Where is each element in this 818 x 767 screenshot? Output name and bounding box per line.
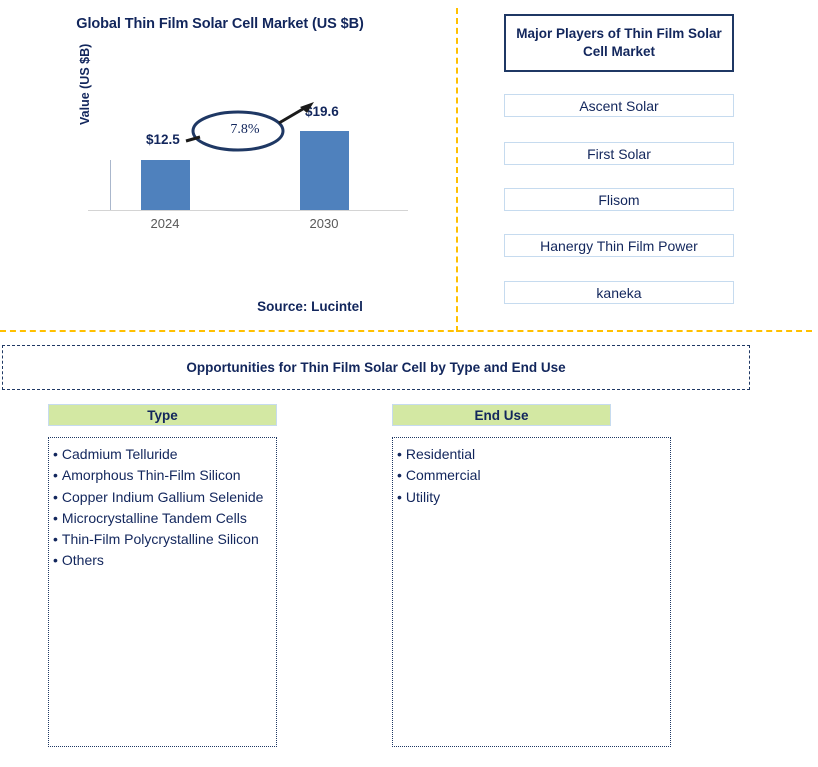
- bullet-icon: •: [53, 446, 58, 462]
- bullet-icon: •: [397, 488, 402, 505]
- y-axis-line: [110, 160, 111, 210]
- major-players-panel: Major Players of Thin Film Solar Cell Ma…: [470, 0, 818, 330]
- column-list-end-use: • Residential • Commercial • Utility: [392, 437, 671, 747]
- category-label-2030: 2030: [309, 216, 339, 231]
- bullet-icon: •: [53, 509, 58, 526]
- opportunities-banner: Opportunities for Thin Film Solar Cell b…: [2, 345, 750, 390]
- list-item-label: Thin-Film Polycrystalline Silicon: [61, 531, 259, 548]
- bar-2024: [141, 160, 190, 210]
- cagr-value-label: 7.8%: [230, 122, 260, 137]
- player-item-4[interactable]: kaneka: [504, 281, 734, 304]
- list-item-label: Others: [61, 552, 104, 569]
- bullet-icon: •: [53, 552, 58, 569]
- list-item: • Cadmium Telluride: [53, 444, 272, 464]
- list-item: • Amorphous Thin-Film Silicon: [53, 465, 272, 485]
- list-item-label: Cadmium Telluride: [61, 446, 178, 462]
- list-item: • Utility: [397, 487, 666, 507]
- bar-value-label-2024: $12.5: [146, 132, 180, 147]
- bullet-icon: •: [53, 531, 58, 548]
- category-label-2024: 2024: [150, 216, 180, 231]
- market-chart-panel: Global Thin Film Solar Cell Market (US $…: [0, 0, 456, 330]
- column-header-end-use: End Use: [392, 404, 611, 426]
- list-item-label: Copper Indium Gallium Selenide: [61, 488, 264, 505]
- list-item-label: Commercial: [405, 467, 481, 484]
- list-item: • Commercial: [397, 465, 666, 485]
- y-axis-label: Value (US $B): [78, 43, 92, 125]
- list-item-label: Microcrystalline Tandem Cells: [61, 509, 247, 526]
- list-item: • Copper Indium Gallium Selenide: [53, 487, 272, 507]
- column-list-type: • Cadmium Telluride • Amorphous Thin-Film …: [48, 437, 277, 747]
- list-item: • Thin-Film Polycrystalline Silicon: [53, 529, 272, 549]
- chart-title: Global Thin Film Solar Cell Market (US $…: [76, 16, 364, 32]
- player-item-3[interactable]: Hanergy Thin Film Power: [504, 234, 734, 257]
- major-players-header: Major Players of Thin Film Solar Cell Ma…: [504, 14, 734, 72]
- bullet-icon: •: [397, 467, 402, 484]
- bullet-icon: •: [397, 446, 402, 462]
- source-label: Source: Lucintel: [257, 299, 363, 314]
- vertical-divider: [456, 8, 458, 332]
- player-item-1[interactable]: First Solar: [504, 142, 734, 165]
- list-item-label: Utility: [405, 488, 441, 505]
- list-item: • Others: [53, 550, 272, 570]
- column-header-type: Type: [48, 404, 277, 426]
- bullet-icon: •: [53, 467, 58, 484]
- bullet-icon: •: [53, 488, 58, 505]
- list-item: • Microcrystalline Tandem Cells: [53, 508, 272, 528]
- list-item-label: Residential: [405, 446, 476, 462]
- x-axis-line: [88, 210, 408, 211]
- horizontal-divider: [0, 330, 812, 332]
- player-item-0[interactable]: Ascent Solar: [504, 94, 734, 117]
- list-item-label: Amorphous Thin-Film Silicon: [61, 467, 241, 484]
- player-item-2[interactable]: Flisom: [504, 188, 734, 211]
- list-item: • Residential: [397, 444, 666, 464]
